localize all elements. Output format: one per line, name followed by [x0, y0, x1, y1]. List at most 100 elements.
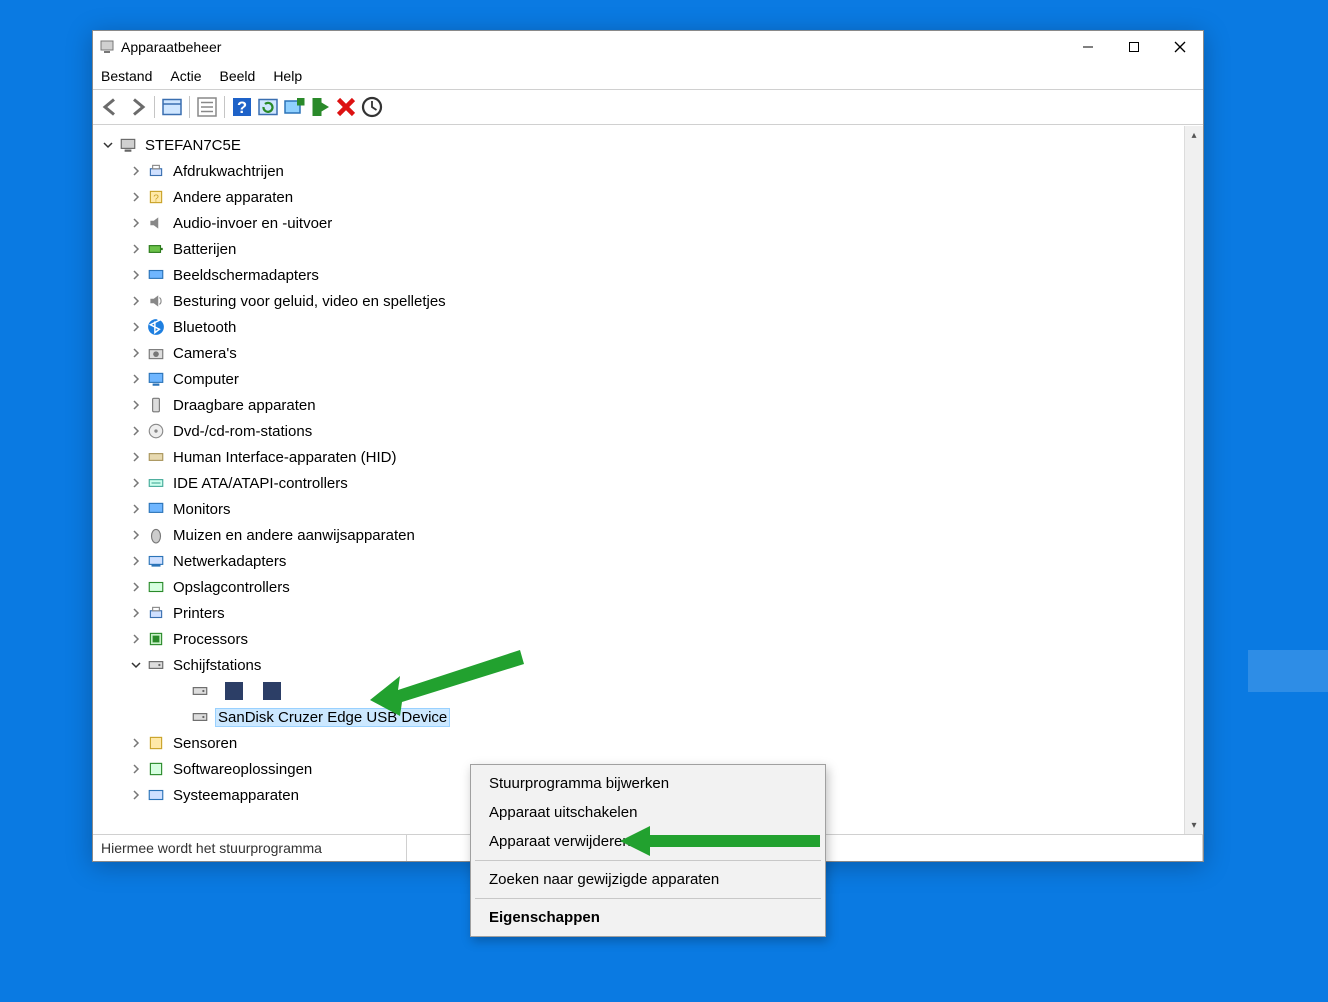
maximize-button[interactable] [1111, 31, 1157, 63]
tree-category[interactable]: Batterijen [99, 236, 1185, 262]
forward-button[interactable] [125, 95, 149, 119]
tree-category[interactable]: Processors [99, 626, 1185, 652]
menu-action[interactable]: Actie [170, 68, 201, 84]
tree-category[interactable]: Camera's [99, 340, 1185, 366]
disk-icon [191, 682, 209, 700]
tree-category[interactable]: Printers [99, 600, 1185, 626]
chevron-right-icon[interactable] [129, 294, 143, 308]
chevron-right-icon[interactable] [129, 268, 143, 282]
tree-category[interactable]: Monitors [99, 496, 1185, 522]
tree-category[interactable]: Netwerkadapters [99, 548, 1185, 574]
tree-category[interactable]: Sensoren [99, 730, 1185, 756]
help-button[interactable]: ? [230, 95, 254, 119]
tree-device[interactable] [99, 678, 1185, 704]
disk-icon [191, 708, 209, 726]
chevron-right-icon[interactable] [129, 502, 143, 516]
chevron-right-icon[interactable] [129, 736, 143, 750]
tree-item-label: Draagbare apparaten [171, 396, 318, 415]
device-tree[interactable]: STEFAN7C5E Afdrukwachtrijen ?Andere appara… [93, 126, 1185, 834]
ctx-scan-hardware[interactable]: Zoeken naar gewijzigde apparaten [473, 865, 823, 894]
menu-view[interactable]: Beeld [220, 68, 256, 84]
chevron-right-icon[interactable] [129, 606, 143, 620]
ctx-update-driver[interactable]: Stuurprogramma bijwerken [473, 769, 823, 798]
ctx-disable-device[interactable]: Apparaat uitschakelen [473, 798, 823, 827]
tree-category[interactable]: Computer [99, 366, 1185, 392]
vertical-scrollbar[interactable]: ▴ ▾ [1184, 126, 1203, 834]
scroll-up-icon[interactable]: ▴ [1185, 126, 1203, 144]
menu-help[interactable]: Help [273, 68, 302, 84]
scroll-down-icon[interactable]: ▾ [1185, 816, 1203, 834]
tree-category[interactable]: Dvd-/cd-rom-stations [99, 418, 1185, 444]
hid-icon [147, 448, 165, 466]
tree-device[interactable]: SanDisk Cruzer Edge USB Device [99, 704, 1185, 730]
tree-category[interactable]: Besturing voor geluid, video en spelletj… [99, 288, 1185, 314]
chevron-right-icon[interactable] [129, 632, 143, 646]
other-devices-icon: ? [147, 188, 165, 206]
tree-category[interactable]: Muizen en andere aanwijsapparaten [99, 522, 1185, 548]
tree-item-label: Netwerkadapters [171, 552, 288, 571]
chevron-right-icon[interactable] [129, 242, 143, 256]
tree-item-label: Afdrukwachtrijen [171, 162, 286, 181]
show-hidden-button[interactable] [160, 95, 184, 119]
tree-container: STEFAN7C5E Afdrukwachtrijen ?Andere appara… [93, 125, 1203, 834]
tree-item-label: Printers [171, 604, 227, 623]
tree-root[interactable]: STEFAN7C5E [99, 132, 1185, 158]
chevron-right-icon[interactable] [129, 476, 143, 490]
properties-button[interactable] [195, 95, 219, 119]
delete-button[interactable] [334, 95, 358, 119]
chevron-right-icon[interactable] [129, 346, 143, 360]
chevron-right-icon[interactable] [129, 788, 143, 802]
tree-category[interactable]: Afdrukwachtrijen [99, 158, 1185, 184]
chevron-down-icon[interactable] [129, 658, 143, 672]
chevron-right-icon[interactable] [129, 190, 143, 204]
tree-category[interactable]: Beeldschermadapters [99, 262, 1185, 288]
chevron-right-icon[interactable] [129, 372, 143, 386]
ctx-properties[interactable]: Eigenschappen [473, 903, 823, 932]
scan-button[interactable] [360, 95, 384, 119]
refresh-button[interactable] [256, 95, 280, 119]
chevron-right-icon[interactable] [129, 216, 143, 230]
chevron-right-icon[interactable] [129, 398, 143, 412]
tree-category[interactable]: IDE ATA/ATAPI-controllers [99, 470, 1185, 496]
uninstall-button[interactable] [308, 95, 332, 119]
back-button[interactable] [99, 95, 123, 119]
chevron-right-icon[interactable] [129, 762, 143, 776]
system-device-icon [147, 786, 165, 804]
tree-item-label: IDE ATA/ATAPI-controllers [171, 474, 350, 493]
tree-item-label: Dvd-/cd-rom-stations [171, 422, 314, 441]
tree-category-disk-drives[interactable]: Schijfstations [99, 652, 1185, 678]
chevron-right-icon[interactable] [129, 580, 143, 594]
menubar: Bestand Actie Beeld Help [93, 63, 1203, 90]
tree-item-label: Monitors [171, 500, 233, 519]
window-title: Apparaatbeheer [121, 39, 221, 55]
menu-file[interactable]: Bestand [101, 68, 152, 84]
svg-text:?: ? [153, 194, 159, 205]
printer-queue-icon [147, 162, 165, 180]
chevron-right-icon[interactable] [129, 450, 143, 464]
tree-category[interactable]: Human Interface-apparaten (HID) [99, 444, 1185, 470]
chevron-right-icon[interactable] [129, 554, 143, 568]
computer-root-icon [119, 136, 137, 154]
chevron-right-icon[interactable] [129, 320, 143, 334]
tree-item-label [215, 681, 283, 701]
close-button[interactable] [1157, 31, 1203, 63]
tree-category[interactable]: Opslagcontrollers [99, 574, 1185, 600]
processor-icon [147, 630, 165, 648]
tree-item-label: Softwareoplossingen [171, 760, 314, 779]
device-manager-window: Apparaatbeheer Bestand Actie Beeld Help … [92, 30, 1204, 862]
chevron-down-icon[interactable] [101, 138, 115, 152]
chevron-right-icon[interactable] [129, 528, 143, 542]
tree-item-label: Systeemapparaten [171, 786, 301, 805]
minimize-button[interactable] [1065, 31, 1111, 63]
tree-item-label: Beeldschermadapters [171, 266, 321, 285]
ctx-remove-device[interactable]: Apparaat verwijderen [473, 827, 823, 856]
network-adapter-icon [147, 552, 165, 570]
chevron-right-icon[interactable] [129, 424, 143, 438]
tree-category[interactable]: Bluetooth [99, 314, 1185, 340]
update-driver-button[interactable] [282, 95, 306, 119]
tree-category[interactable]: ?Andere apparaten [99, 184, 1185, 210]
software-component-icon [147, 760, 165, 778]
tree-category[interactable]: Audio-invoer en -uitvoer [99, 210, 1185, 236]
tree-category[interactable]: Draagbare apparaten [99, 392, 1185, 418]
chevron-right-icon[interactable] [129, 164, 143, 178]
